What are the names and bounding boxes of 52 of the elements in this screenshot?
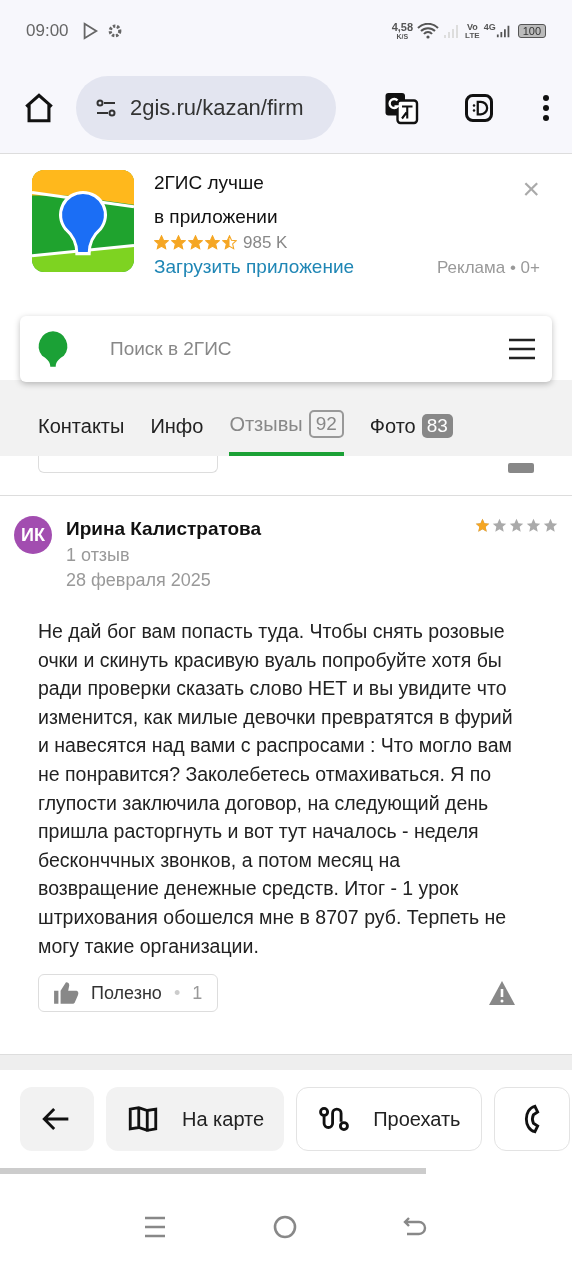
battery-indicator: 100 bbox=[517, 24, 546, 38]
recent-apps-icon[interactable] bbox=[143, 1216, 167, 1239]
network-label: 4G bbox=[483, 22, 496, 32]
useful-button[interactable]: Полезно • 1 bbox=[38, 974, 218, 1013]
star-icon bbox=[222, 235, 237, 250]
tab-label: Инфо bbox=[150, 415, 204, 438]
thumbs-up-icon bbox=[53, 981, 79, 1006]
star-icon bbox=[509, 518, 524, 533]
address-bar[interactable]: 2gis.ru/kazan/firm bbox=[76, 75, 336, 140]
more-icon[interactable] bbox=[542, 93, 550, 122]
ad-label: Реклама • 0+ bbox=[437, 256, 540, 279]
call-button[interactable] bbox=[493, 1087, 570, 1152]
rating-count: 985 K bbox=[243, 231, 288, 254]
download-link[interactable]: Загрузить приложение bbox=[154, 254, 355, 281]
star-icon bbox=[543, 518, 558, 533]
tab[interactable]: Фото 83 bbox=[369, 414, 453, 456]
review-date: 28 февраля 2025 bbox=[66, 568, 212, 592]
ad-title: 2ГИС лучше bbox=[154, 171, 264, 195]
map-button[interactable]: На карте bbox=[106, 1087, 285, 1152]
leaf-logo bbox=[36, 330, 70, 368]
route-button[interactable]: Проехать bbox=[296, 1087, 482, 1152]
tab[interactable]: Инфо bbox=[150, 415, 204, 456]
author-name: Ирина Калистратова bbox=[66, 517, 263, 541]
count-badge: 92 bbox=[308, 410, 344, 438]
tab-label: Фото bbox=[369, 414, 416, 438]
volte-label: Vo bbox=[466, 22, 478, 32]
star-icon bbox=[475, 518, 490, 533]
star-icon bbox=[154, 235, 169, 250]
home-button-icon[interactable] bbox=[273, 1215, 297, 1240]
star-icon bbox=[171, 235, 186, 250]
count-badge: 83 bbox=[421, 414, 453, 438]
review-count: 1 отзыв bbox=[66, 543, 131, 567]
star-icon bbox=[492, 518, 507, 533]
ad-subtitle: в приложении bbox=[154, 205, 279, 229]
tabs-icon[interactable] bbox=[464, 92, 494, 123]
signal-icon bbox=[495, 23, 512, 39]
tab[interactable]: Контакты bbox=[38, 415, 125, 456]
volte-sub-label: LTE bbox=[465, 31, 480, 40]
wifi-icon bbox=[417, 23, 440, 39]
clock: 09:00 bbox=[26, 21, 69, 41]
back-button[interactable] bbox=[20, 1087, 94, 1152]
star-icon bbox=[205, 235, 220, 250]
star-icon bbox=[526, 518, 541, 533]
menu-icon[interactable] bbox=[508, 337, 536, 361]
user-avatar: ИК bbox=[14, 516, 52, 554]
speed-value: 4,58 bbox=[391, 22, 414, 33]
tab-label: Контакты bbox=[38, 415, 125, 438]
search-field[interactable]: Поиск в 2ГИС bbox=[110, 338, 468, 360]
gear-icon bbox=[106, 23, 123, 39]
tab-label: Отзывы bbox=[229, 412, 303, 436]
star-icon bbox=[188, 235, 203, 250]
review-text: Не дай бог вам попасть туда. Чтобы снять розовые очки и скинуть красивую вуаль попробуйте хотя бы ради проверки сказать слово НЕТ и вы увидите что изменится, как милые девочки превратятся в фурий и навесятся над вами с распросами : Что могло вам не понравится? Заколебетесь отмахиваться. Я по глупости заключила договор, на следующий день пришла расторгнуть и вот тут началось - неделя бесконччных звонков, а потом месяц на возвращение денежные средств. Итог - 1 урок штрихования обошелся мне в 8707 руб. Терпеть не могу такие организации. bbox=[38, 618, 514, 959]
